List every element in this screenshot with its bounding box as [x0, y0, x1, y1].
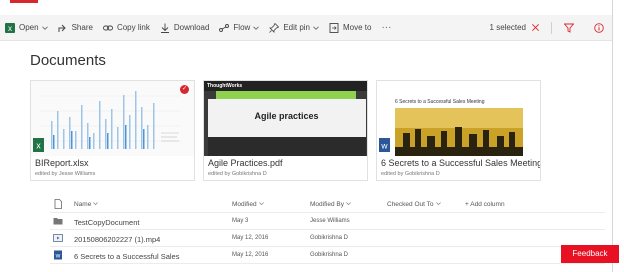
slide-title-text: 6 Secrets to a Successful Sales Meeting	[395, 99, 485, 105]
svg-text:w: w	[55, 253, 61, 260]
excel-icon: x	[5, 22, 15, 33]
column-header-modified[interactable]: Modified	[232, 201, 264, 208]
more-button[interactable]: ···	[376, 15, 396, 40]
tile-file-name: 6 Secrets to a Successful Sales Meeting.…	[381, 158, 540, 168]
row-modified-by: Gobikrishna D	[310, 235, 349, 241]
share-button[interactable]: Share	[53, 15, 98, 40]
chevron-down-icon	[258, 202, 264, 206]
top-strip	[0, 0, 624, 12]
tile-edited-by: edited by Jesse Williams	[35, 171, 96, 177]
selected-count: 1 selected	[489, 23, 526, 32]
share-label: Share	[71, 23, 93, 32]
file-tile[interactable]: x ✓ BIReport.xlsx edited by Jesse Willia…	[30, 80, 195, 181]
column-header-name[interactable]: Name	[74, 201, 99, 208]
word-preview-thumbnail: 6 Secrets to a Successful Sales Meeting	[377, 81, 540, 156]
share-icon	[58, 24, 66, 32]
file-tile[interactable]: ThoughtWorks Agile practices Agile Pract…	[203, 80, 368, 181]
word-file-icon: w	[54, 250, 62, 260]
clear-selection-button[interactable]	[531, 15, 549, 40]
chevron-down-icon	[41, 25, 48, 30]
move-to-button[interactable]: Move to	[324, 15, 376, 40]
column-header-name-label: Name	[74, 201, 92, 208]
command-bar: x Open Share Copy link Download Flow Edi…	[0, 15, 624, 41]
open-button[interactable]: x Open	[0, 15, 53, 40]
tile-file-name: BIReport.xlsx	[35, 158, 89, 168]
tile-file-name: Agile Practices.pdf	[208, 158, 283, 168]
download-button[interactable]: Download	[155, 15, 215, 40]
copy-link-label: Copy link	[116, 23, 150, 32]
chevron-down-icon	[93, 202, 99, 206]
chevron-down-icon	[346, 202, 351, 206]
list-header: Name Modified Modified By Checked Out To…	[50, 196, 605, 213]
excel-icon: x	[33, 138, 44, 152]
flow-icon	[219, 23, 230, 32]
selection-status: 1 selected	[485, 15, 531, 40]
folder-icon	[53, 218, 63, 225]
add-column-button[interactable]: + Add column	[465, 201, 505, 208]
open-label: Open	[19, 23, 39, 32]
column-header-checked-out-to-label: Checked Out To	[387, 201, 434, 208]
column-header-modified-by-label: Modified By	[310, 201, 344, 208]
column-header-modified-by[interactable]: Modified By	[310, 201, 351, 208]
edit-pin-label: Edit pin	[283, 23, 310, 32]
feedback-button[interactable]: Feedback	[561, 245, 619, 263]
filter-button[interactable]	[554, 15, 588, 40]
chevron-down-icon	[253, 25, 260, 30]
pdf-preview-thumbnail: ThoughtWorks Agile practices	[204, 81, 367, 156]
brand-mark	[10, 0, 38, 3]
row-name[interactable]: 20150806202227 (1).mp4	[74, 235, 160, 244]
more-label: ···	[381, 22, 392, 33]
chevron-down-icon	[313, 25, 319, 30]
documents-list: Name Modified Modified By Checked Out To…	[50, 196, 605, 264]
svg-text:x: x	[8, 24, 12, 33]
slide-header-text: ThoughtWorks	[207, 83, 243, 89]
row-modified-by: Gobikrishna D	[310, 252, 349, 258]
row-modified: May 12, 2016	[232, 235, 269, 241]
chevron-down-icon	[435, 202, 441, 206]
download-label: Download	[173, 23, 210, 32]
row-modified: May 3	[232, 218, 249, 224]
tile-edited-by: edited by Gobikrishna D	[381, 171, 440, 177]
word-icon: w	[379, 138, 390, 152]
table-row[interactable]: TestCopyDocument May 3 Jesse Williams	[50, 213, 605, 230]
copy-link-button[interactable]: Copy link	[98, 15, 155, 40]
toolbar-divider	[551, 21, 552, 34]
row-modified: May 12, 2016	[232, 252, 269, 258]
file-tile[interactable]: 6 Secrets to a Successful Sales Meeting …	[376, 80, 541, 181]
video-file-icon	[53, 234, 63, 242]
column-header-checked-out-to[interactable]: Checked Out To	[387, 201, 441, 208]
selected-check-icon[interactable]: ✓	[180, 85, 189, 94]
row-modified-by: Jesse Williams	[310, 218, 350, 224]
table-row[interactable]: w 6 Secrets to a Successful Sales May 12…	[50, 247, 605, 264]
excel-preview-thumbnail	[31, 81, 194, 156]
edit-pin-button[interactable]: Edit pin	[264, 15, 324, 40]
file-type-icon[interactable]	[53, 199, 63, 209]
svg-text:w: w	[380, 141, 388, 151]
svg-text:x: x	[36, 141, 41, 151]
flow-button[interactable]: Flow	[214, 15, 264, 40]
page-title: Documents	[30, 52, 106, 69]
download-icon	[160, 23, 169, 33]
flow-label: Flow	[233, 23, 251, 32]
tile-edited-by: edited by Gobikrishna D	[208, 171, 267, 177]
info-icon	[594, 22, 604, 33]
link-icon	[102, 25, 113, 30]
row-name[interactable]: TestCopyDocument	[74, 218, 139, 227]
table-row[interactable]: 20150806202227 (1).mp4 May 12, 2016 Gobi…	[50, 230, 605, 247]
column-header-modified-label: Modified	[232, 201, 257, 208]
move-to-label: Move to	[343, 23, 372, 32]
slide-title-text: Agile practices	[254, 111, 319, 121]
recent-files-tiles: x ✓ BIReport.xlsx edited by Jesse Willia…	[30, 80, 541, 181]
filter-icon	[564, 23, 574, 33]
row-name[interactable]: 6 Secrets to a Successful Sales	[74, 252, 179, 261]
move-to-icon	[329, 22, 339, 33]
scrollbar[interactable]	[612, 0, 624, 272]
pin-icon	[269, 22, 280, 33]
close-icon	[532, 24, 539, 31]
